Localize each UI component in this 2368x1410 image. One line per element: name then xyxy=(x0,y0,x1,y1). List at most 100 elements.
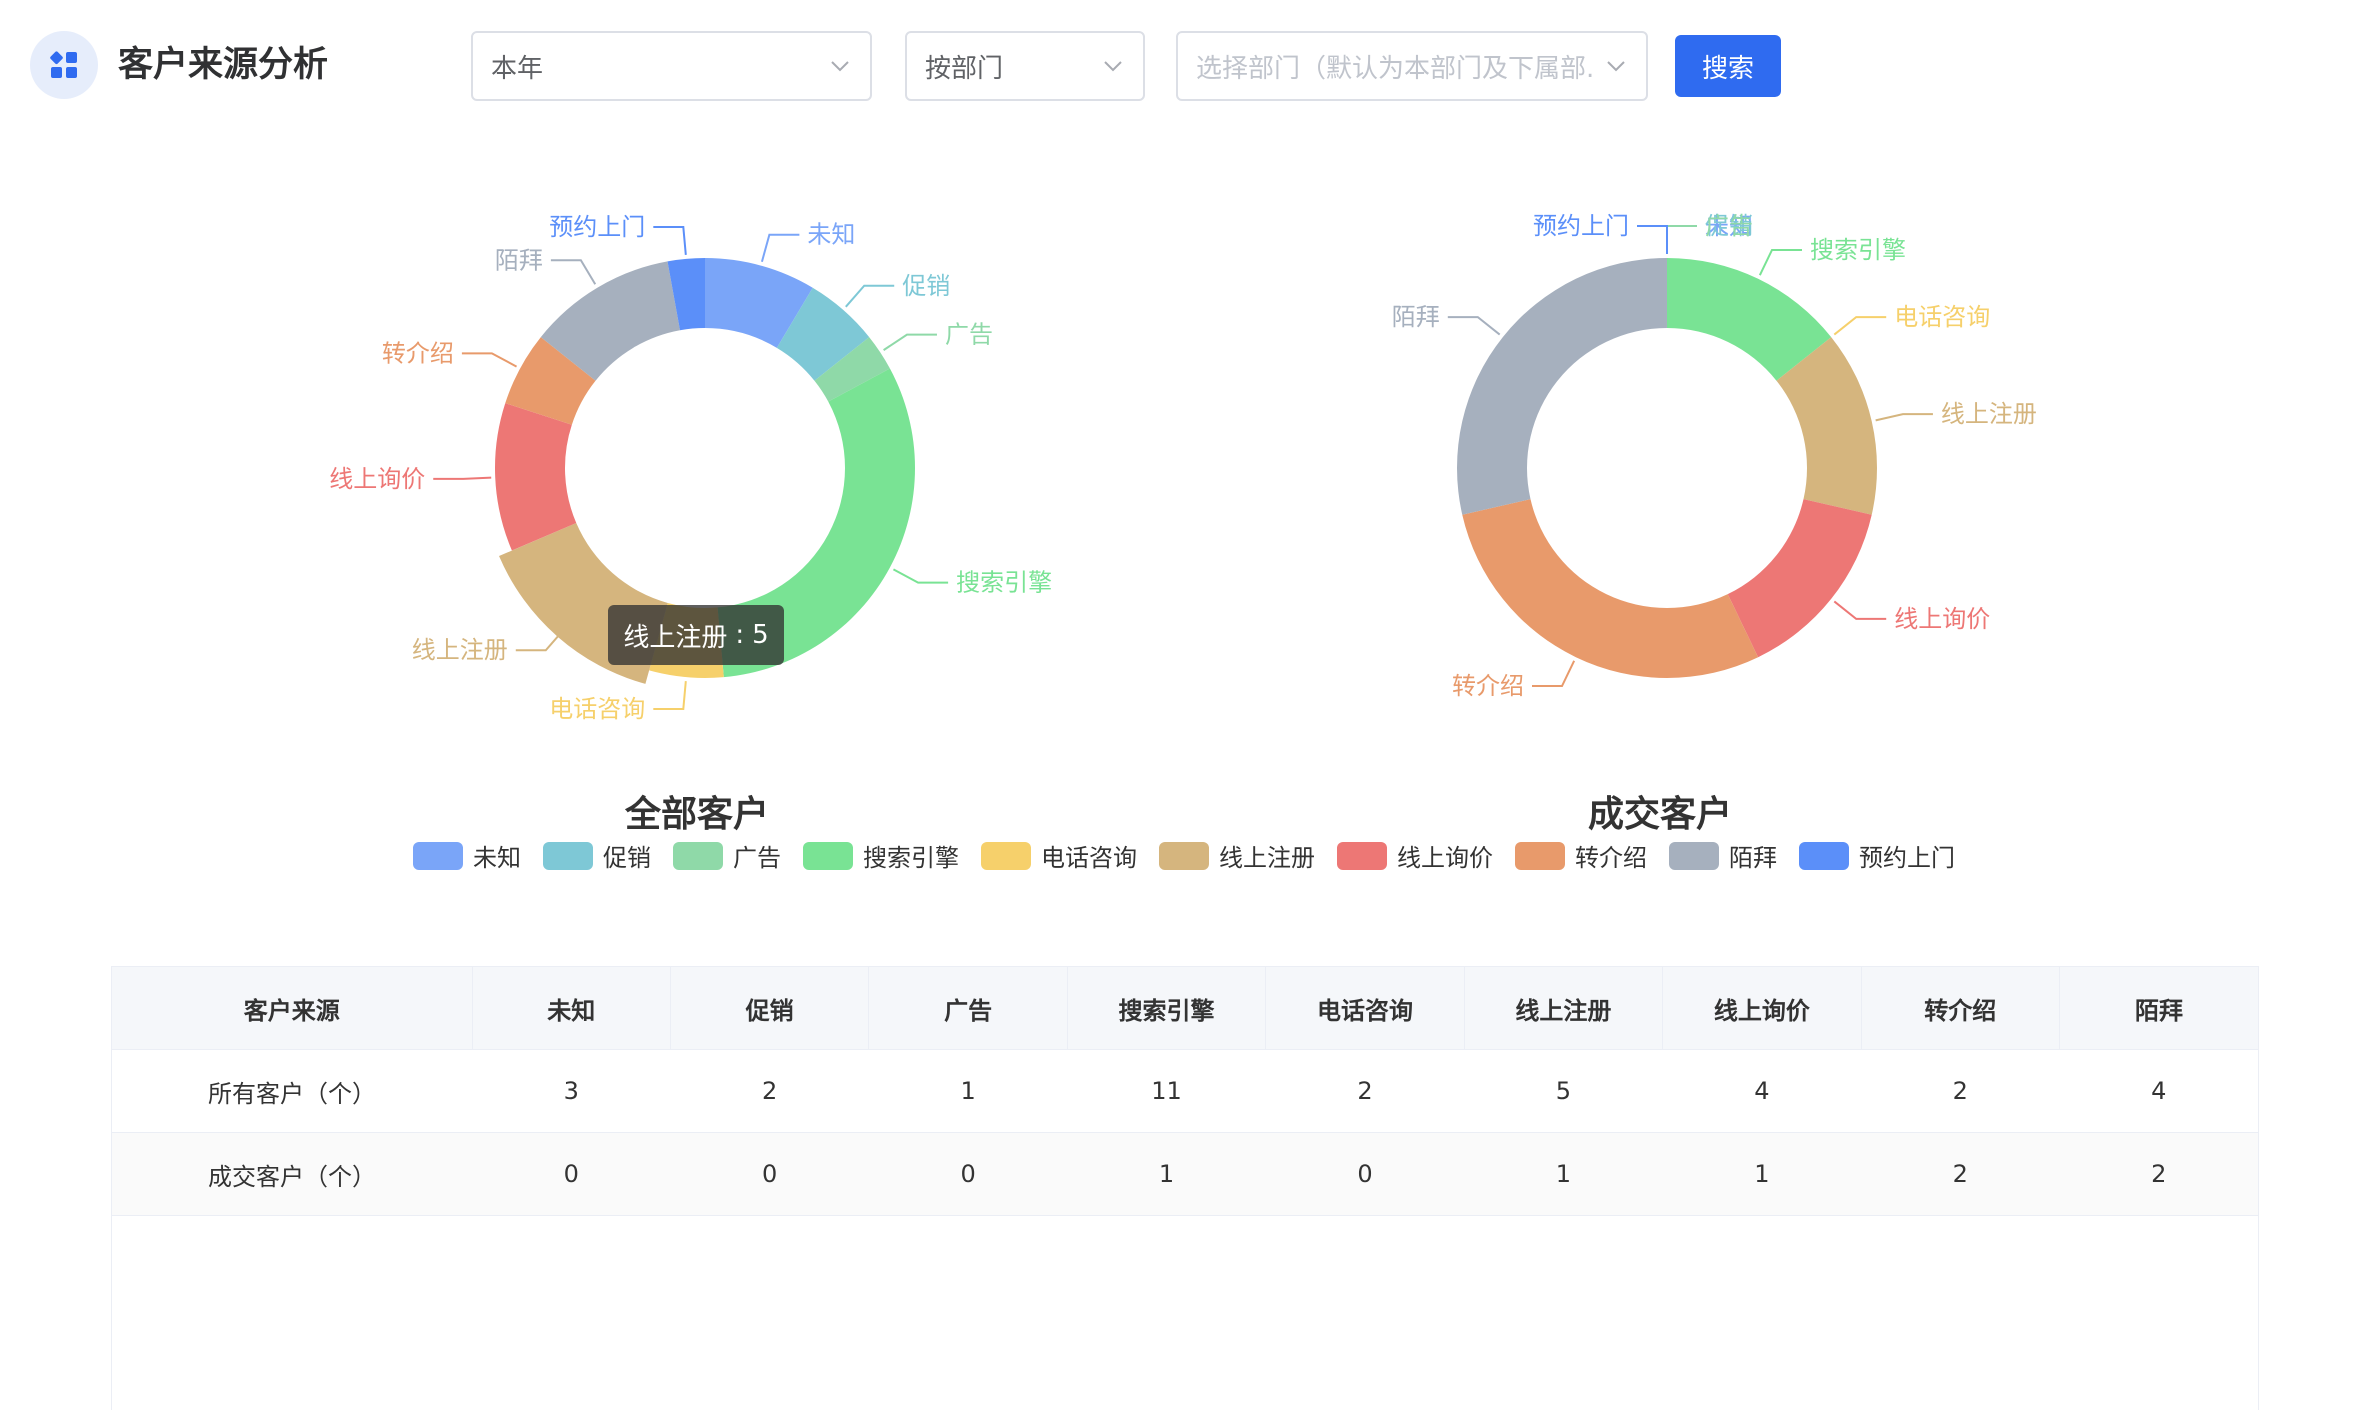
label-leader-line xyxy=(433,476,492,480)
label-leader-line xyxy=(653,681,687,711)
label-leader-line xyxy=(845,284,895,308)
tooltip-label: 线上注册 xyxy=(623,622,728,653)
legend-item[interactable]: 搜索引擎 xyxy=(803,838,959,873)
table-header-row: 客户来源 未知 促销 广告 搜索引擎 电话咨询 线上注册 线上询价 转介绍 陌拜 xyxy=(112,967,2258,1050)
table-header-cell: 未知 xyxy=(472,967,671,1050)
legend-item[interactable]: 转介绍 xyxy=(1515,838,1647,873)
chart-title-deal: 成交客户 xyxy=(1587,794,1733,835)
table-cell: 1 xyxy=(1067,1132,1266,1216)
slice-label: 预约上门 xyxy=(1533,212,1629,240)
table-cell: 1 xyxy=(1662,1132,1862,1216)
legend-swatch xyxy=(1515,841,1565,870)
slice-label: 广告 xyxy=(945,321,993,349)
table-cell: 2 xyxy=(1265,1049,1465,1133)
legend-label: 促销 xyxy=(603,844,651,872)
label-leader-line xyxy=(1532,660,1576,688)
table-cell: 4 xyxy=(2059,1049,2258,1133)
label-leader-line xyxy=(653,225,687,255)
table-cell: 1 xyxy=(868,1049,1068,1133)
table-cell: 0 xyxy=(670,1132,869,1216)
legend-label: 线上注册 xyxy=(1219,844,1315,872)
table-header-cell: 线上询价 xyxy=(1662,967,1862,1050)
legend-label: 转介绍 xyxy=(1575,844,1647,872)
table-header-cell: 线上注册 xyxy=(1464,967,1664,1050)
legend-label: 陌拜 xyxy=(1729,844,1777,872)
table-row-label: 成交客户（个） xyxy=(112,1132,472,1216)
legend-swatch xyxy=(1669,841,1719,870)
label-leader-line xyxy=(550,259,597,285)
tooltip-sep: : xyxy=(735,620,745,650)
label-leader-line xyxy=(1666,225,1697,254)
legend-item[interactable]: 线上注册 xyxy=(1159,838,1315,873)
slice-label: 未知 xyxy=(807,221,855,249)
table-cell: 2 xyxy=(1861,1049,2060,1133)
source-table: 客户来源 未知 促销 广告 搜索引擎 电话咨询 线上注册 线上询价 转介绍 陌拜 所有客户（个） 3… xyxy=(111,966,2259,1410)
slice-label: 线上询价 xyxy=(1894,605,1990,633)
tooltip-value: 5 xyxy=(752,620,769,650)
slice-label: 搜索引擎 xyxy=(1810,236,1906,264)
label-leader-line xyxy=(1637,225,1668,254)
chart-legend: 未知 促销 广告 搜索引擎 电话咨询 线上注册 线上询价 转介绍 陌拜 预约上门 xyxy=(0,838,2368,873)
table-cell: 0 xyxy=(868,1132,1068,1216)
table-cell: 2 xyxy=(1861,1132,2060,1216)
legend-swatch xyxy=(413,841,463,870)
label-leader-line xyxy=(461,352,518,368)
label-leader-line xyxy=(1875,413,1933,422)
label-leader-line xyxy=(1666,225,1697,254)
label-leader-line xyxy=(1833,600,1887,620)
table-cell: 0 xyxy=(1265,1132,1465,1216)
legend-label: 未知 xyxy=(473,844,521,872)
table-header-cell: 搜索引擎 xyxy=(1067,967,1267,1050)
slice-label: 转介绍 xyxy=(382,339,454,367)
legend-item[interactable]: 未知 xyxy=(413,838,521,873)
slice-label: 电话咨询 xyxy=(549,695,645,723)
legend-swatch xyxy=(673,841,723,870)
legend-label: 电话咨询 xyxy=(1041,844,1137,872)
slice-label: 促销 xyxy=(902,272,950,300)
legend-item[interactable]: 预约上门 xyxy=(1799,838,1955,873)
table-header-cell: 转介绍 xyxy=(1861,967,2061,1050)
legend-item[interactable]: 电话咨询 xyxy=(981,838,1137,873)
legend-swatch xyxy=(1799,841,1849,870)
label-leader-line xyxy=(1758,248,1802,276)
charts-area: 未知促销广告搜索引擎电话咨询线上注册线上询价转介绍陌拜预约上门 未知促销广告搜索引… xyxy=(329,212,2037,723)
legend-swatch xyxy=(981,841,1031,870)
table-cell: 3 xyxy=(472,1049,671,1133)
legend-item[interactable]: 陌拜 xyxy=(1669,838,1777,873)
label-leader-line xyxy=(1447,316,1501,336)
label-leader-line xyxy=(1833,316,1887,336)
table-header-cell: 广告 xyxy=(868,967,1068,1050)
slice-label: 线上注册 xyxy=(412,636,508,664)
legend-label: 线上询价 xyxy=(1397,844,1493,872)
slice-label: 线上询价 xyxy=(329,465,425,493)
table-cell: 4 xyxy=(1662,1049,1862,1133)
slice-label: 预约上门 xyxy=(549,213,645,241)
table-cell: 2 xyxy=(2059,1132,2258,1216)
legend-swatch xyxy=(803,841,853,870)
slice-label: 转介绍 xyxy=(1452,672,1524,700)
table-cell: 5 xyxy=(1464,1049,1663,1133)
slice-label: 广告 xyxy=(1705,212,1753,240)
table-cell: 1 xyxy=(1464,1132,1663,1216)
pie-slice[interactable] xyxy=(1457,258,1667,515)
label-leader-line xyxy=(1666,225,1697,254)
table-row: 所有客户（个） 3 2 1 11 2 5 4 2 4 xyxy=(112,1049,2258,1133)
table-header-cell: 客户来源 xyxy=(112,967,473,1050)
chart-tooltip: 线上注册 : 5 xyxy=(608,605,784,665)
table-header-cell: 陌拜 xyxy=(2059,967,2258,1050)
legend-swatch xyxy=(1159,841,1209,870)
pie-slice[interactable] xyxy=(1462,499,1759,679)
legend-swatch xyxy=(543,841,593,870)
pie-slice[interactable] xyxy=(1727,499,1872,658)
legend-item[interactable]: 促销 xyxy=(543,838,651,873)
slice-label: 陌拜 xyxy=(1392,303,1440,331)
label-leader-line xyxy=(760,233,800,262)
legend-item[interactable]: 广告 xyxy=(673,838,781,873)
table-cell: 2 xyxy=(670,1049,869,1133)
label-leader-line xyxy=(892,568,949,584)
table-header-cell: 电话咨询 xyxy=(1265,967,1465,1050)
table-cell: 11 xyxy=(1067,1049,1266,1133)
chart-title-all: 全部客户 xyxy=(624,794,770,835)
label-leader-line xyxy=(883,333,937,351)
legend-item[interactable]: 线上询价 xyxy=(1337,838,1493,873)
